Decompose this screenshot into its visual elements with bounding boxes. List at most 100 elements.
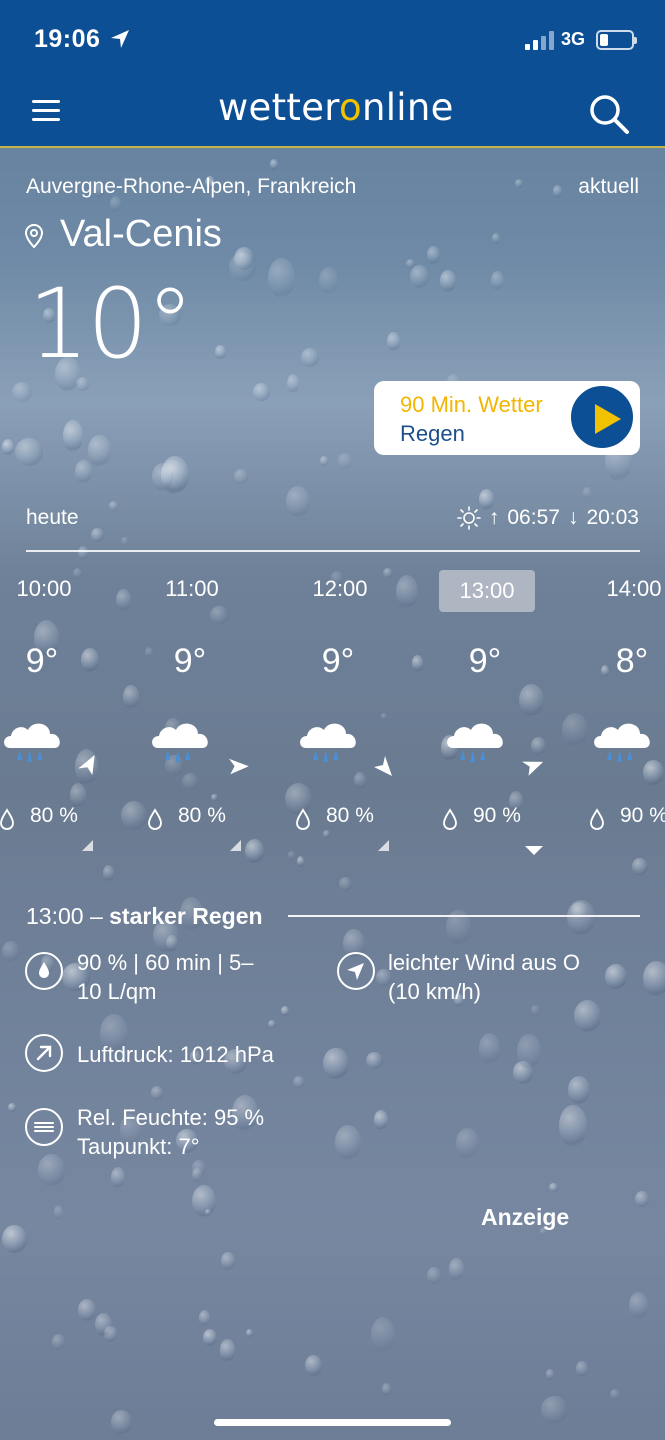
selected-indicator: [525, 846, 543, 855]
rain-cloud-icon: [594, 723, 650, 762]
raindrop-decoration: [192, 1159, 207, 1176]
raindrop-decoration: [366, 1051, 384, 1069]
precipitation-probability: 90 %: [473, 804, 521, 827]
mode-label[interactable]: aktuell: [578, 175, 639, 199]
90-min-weather-button[interactable]: 90 Min. Wetter Regen: [374, 381, 640, 455]
city-name[interactable]: Val-Cenis: [60, 213, 222, 256]
pressure-detail: Luftdruck: 1012 hPa: [77, 1042, 274, 1067]
sun-icon: [457, 506, 481, 530]
raindrop-decoration: [150, 1085, 163, 1101]
network-type: 3G: [561, 29, 586, 49]
app-header: 19:06 3G wetteronline: [0, 0, 665, 148]
raindrop-decoration: [110, 1409, 132, 1434]
raindrop-decoration: [192, 1168, 203, 1183]
raindrop-decoration: [455, 1128, 479, 1158]
raindrop-decoration: [108, 500, 119, 512]
raindrop-decoration: [252, 383, 271, 402]
wind-arrow-icon: [228, 758, 249, 775]
precipitation-probability: 80 %: [326, 804, 374, 827]
raindrop-decoration: [110, 1166, 125, 1189]
raindrop-decoration: [77, 545, 89, 560]
day-label: heute: [26, 506, 79, 529]
hour-temperature: 9°: [173, 642, 207, 680]
hour-column[interactable]: 13:00 9° 90 %: [439, 570, 587, 860]
wind-arrow-icon: [78, 755, 95, 776]
raindrop-decoration: [8, 1103, 17, 1113]
rain-cloud-icon: [152, 723, 208, 762]
raindrop-decoration: [405, 258, 416, 269]
raindrop-decoration: [267, 1019, 276, 1028]
raindrop-decoration: [576, 1361, 588, 1377]
raindrop-decoration: [323, 1047, 349, 1080]
hour-time[interactable]: 14:00: [586, 576, 665, 602]
hour-time[interactable]: 10:00: [0, 576, 92, 602]
raindrop-decoration: [103, 1325, 118, 1343]
raindrop-decoration: [102, 865, 114, 881]
raindrop-decoration: [15, 438, 44, 467]
sunrise-arrow-icon: ↑: [488, 506, 500, 529]
hour-column[interactable]: 11:00 9° 80 %: [144, 570, 292, 860]
hour-column[interactable]: 14:00 8° 90 %: [586, 570, 665, 860]
play-icon[interactable]: [568, 383, 636, 451]
raindrop-decoration: [161, 455, 189, 494]
hour-column[interactable]: 10:00 9° 80 %: [0, 570, 144, 860]
raindrop-decoration: [567, 899, 595, 936]
raindrop-decoration: [245, 1328, 254, 1338]
raindrop-decoration: [374, 1110, 388, 1130]
app-logo: wetteronline: [218, 86, 454, 129]
hour-temperature: 9°: [321, 642, 355, 680]
day-divider: [26, 550, 640, 552]
raindrop-decoration: [635, 1190, 650, 1208]
expand-indicator: [378, 840, 389, 851]
raindrop-decoration: [229, 252, 256, 281]
home-indicator[interactable]: [214, 1419, 451, 1426]
raindrop-decoration: [234, 468, 249, 485]
hour-temperature: 9°: [25, 642, 59, 680]
hour-column[interactable]: 12:00 9° 80 %: [292, 570, 440, 860]
humidity-detail: Rel. Feuchte: 95 % Taupunkt: 7°: [77, 1105, 265, 1159]
pressure-icon: [25, 1034, 63, 1072]
hour-time[interactable]: 11:00: [144, 576, 240, 602]
hour-time[interactable]: 13:00: [439, 570, 535, 612]
raindrop-decoration: [517, 1034, 542, 1069]
raindrop-decoration: [643, 961, 665, 996]
raindrop-decoration: [233, 246, 254, 271]
wind-arrow-icon: [374, 756, 392, 776]
ad-label: Anzeige: [481, 1204, 570, 1230]
precipitation-detail: 90 % | 60 min | 5– 10 L/qm: [77, 950, 254, 1004]
rain-cloud-icon: [300, 723, 356, 762]
raindrop-icon: [590, 808, 604, 830]
raindrop-decoration: [269, 158, 278, 170]
raindrop-decoration: [449, 1258, 464, 1281]
raindrop-decoration: [632, 858, 648, 875]
raindrop-decoration: [51, 1333, 66, 1351]
raindrop-decoration: [512, 1060, 534, 1084]
sunset-time: 20:03: [586, 506, 639, 529]
current-temperature: 10°: [28, 268, 194, 380]
raindrop-decoration: [582, 486, 592, 500]
search-icon[interactable]: [588, 93, 630, 135]
raindrop-decoration: [198, 1309, 210, 1326]
raindrop-decoration: [604, 963, 627, 990]
promo-title: 90 Min. Wetter: [400, 392, 543, 417]
raindrop-decoration: [337, 453, 353, 469]
raindrop-decoration: [541, 1395, 568, 1423]
header-divider: [0, 146, 665, 148]
region-label: Auvergne-Rhone-Alpen, Frankreich: [26, 175, 357, 198]
precipitation-probability: 80 %: [30, 804, 78, 827]
raindrop-decoration: [319, 267, 339, 294]
raindrop-decoration: [285, 485, 310, 518]
detail-separator: –: [89, 903, 103, 929]
status-time: 19:06: [34, 25, 101, 53]
precipitation-probability: 90 %: [620, 804, 665, 827]
raindrop-icon: [148, 808, 162, 830]
menu-button[interactable]: [32, 100, 62, 124]
raindrop-decoration: [204, 1208, 211, 1216]
precipitation-icon: [25, 952, 63, 990]
raindrop-decoration: [78, 1298, 96, 1321]
raindrop-decoration: [152, 463, 174, 491]
wind-detail: leichter Wind aus O (10 km/h): [388, 950, 580, 1004]
hour-time[interactable]: 12:00: [292, 576, 388, 602]
precipitation-probability: 80 %: [178, 804, 226, 827]
raindrop-decoration: [439, 270, 457, 292]
